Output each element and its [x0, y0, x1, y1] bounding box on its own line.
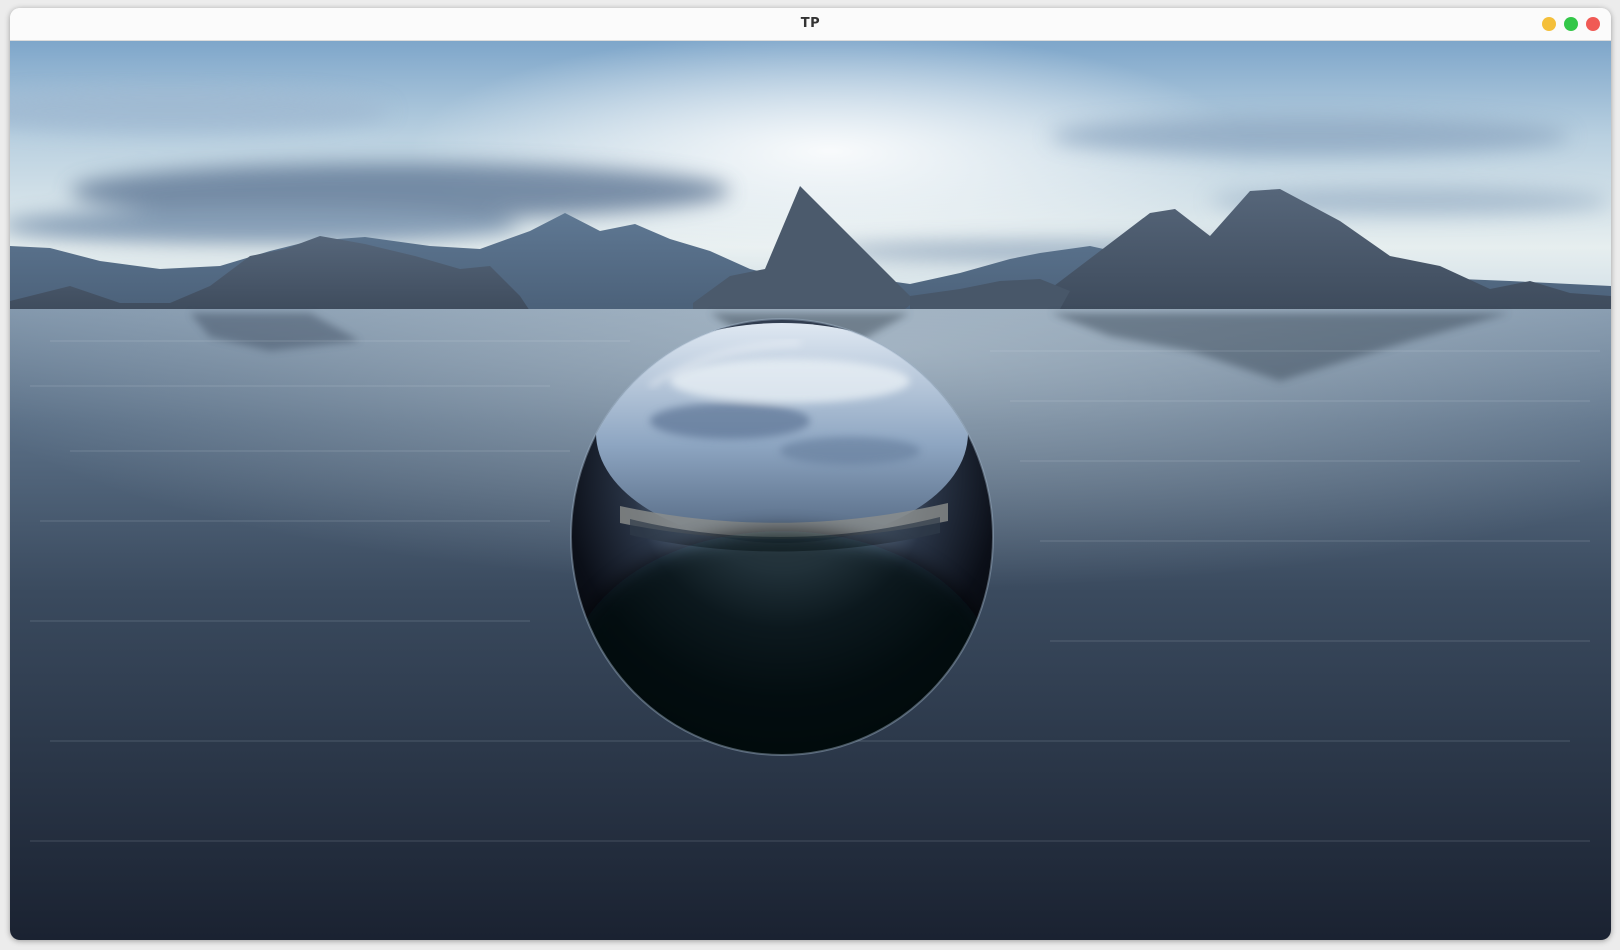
window-controls	[1542, 17, 1600, 31]
title-bar[interactable]: TP	[10, 8, 1611, 41]
scene-canvas	[10, 41, 1611, 940]
window-title: TP	[800, 16, 821, 31]
maximize-button[interactable]	[1564, 17, 1578, 31]
render-viewport[interactable]	[10, 41, 1611, 940]
app-window: TP	[10, 8, 1611, 940]
close-button[interactable]	[1586, 17, 1600, 31]
minimize-button[interactable]	[1542, 17, 1556, 31]
